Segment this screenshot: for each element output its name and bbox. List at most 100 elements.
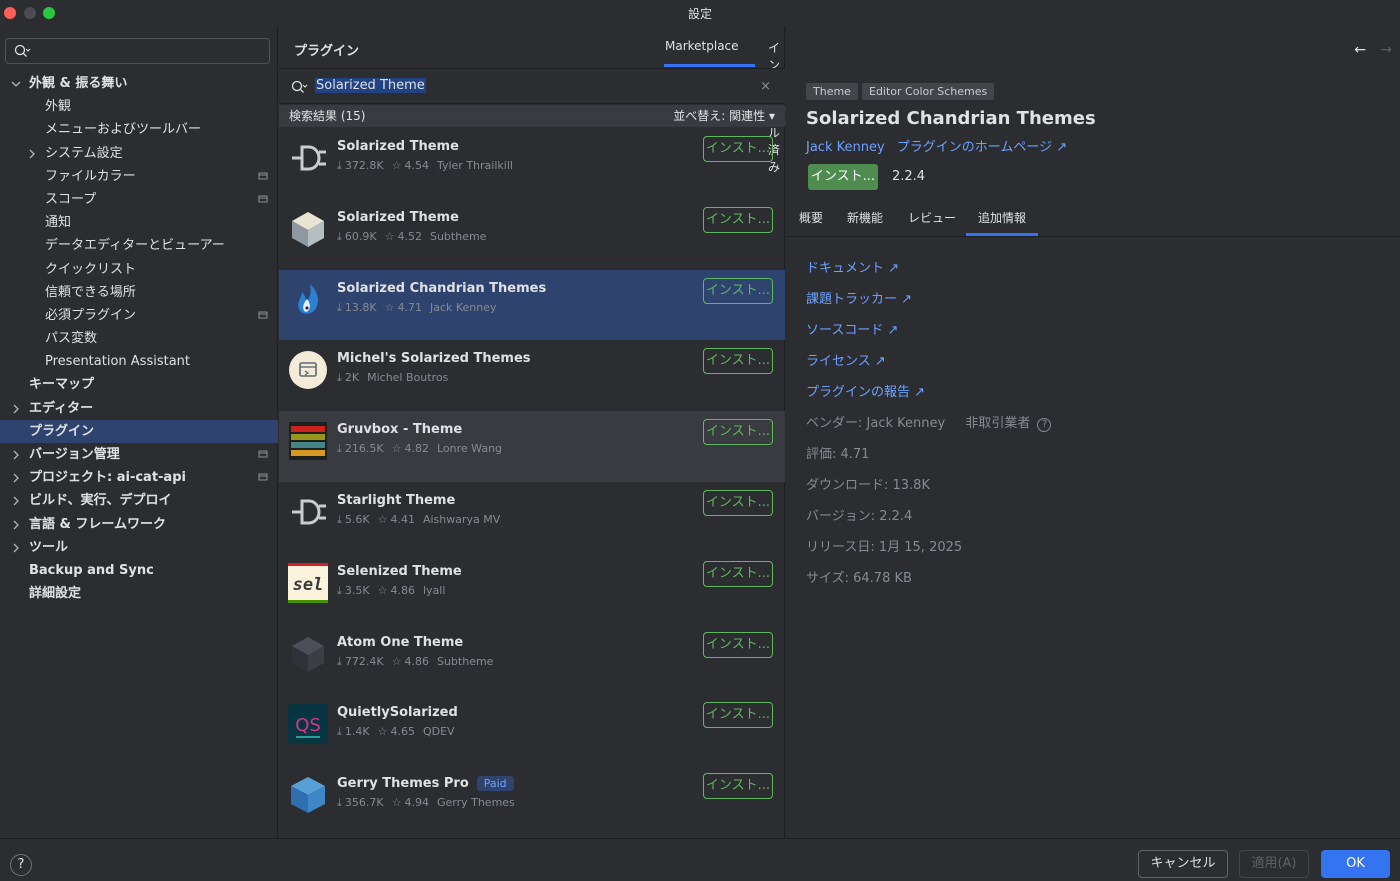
source-code-link[interactable]: ソースコード ↗ bbox=[806, 319, 898, 338]
search-icon bbox=[291, 80, 308, 93]
download-icon: ⤓ bbox=[337, 654, 342, 668]
tag-badge: Editor Color Schemes bbox=[862, 83, 995, 100]
install-button[interactable]: インスト... bbox=[703, 560, 773, 587]
plugin-name-text: Starlight Theme bbox=[337, 492, 456, 508]
plugin-row[interactable]: Atom One Theme ⤓ 772.4K ☆ 4.86 Subtheme インスト..… bbox=[279, 624, 785, 695]
settings-sidebar: 外観 & 振る舞い外観メニューおよびツールバーシステム設定 ファイルカラー スコープ… bbox=[0, 26, 278, 838]
cancel-button[interactable]: キャンセル bbox=[1138, 850, 1228, 878]
install-button[interactable]: インスト... bbox=[703, 631, 773, 658]
back-arrow-icon[interactable]: ← bbox=[1354, 42, 1366, 58]
chevron-right-icon[interactable] bbox=[10, 519, 22, 531]
install-button[interactable]: インスト... bbox=[703, 277, 773, 304]
sidebar-item-label: 通知 bbox=[45, 215, 72, 231]
chevron-right-icon[interactable] bbox=[10, 472, 22, 484]
plugin-row[interactable]: QS QuietlySolarized ⤓ 1.4K ☆ 4.65 QDEV インスト... bbox=[279, 694, 785, 765]
apply-button[interactable]: 適用(A) bbox=[1239, 850, 1309, 878]
install-button[interactable]: インスト... bbox=[703, 773, 773, 800]
plugin-row[interactable]: Solarized Theme ⤓ 372.8K ☆ 4.54 Tyler Thrailk… bbox=[279, 128, 785, 199]
chevron-right-icon[interactable] bbox=[10, 449, 22, 461]
sidebar-item[interactable]: Backup and Sync bbox=[0, 559, 278, 582]
sidebar-item[interactable]: バージョン管理 bbox=[0, 443, 278, 466]
tab-marketplace[interactable]: Marketplace bbox=[665, 39, 739, 53]
star-icon: ☆ bbox=[391, 796, 402, 810]
vendor-name: Tyler Thrailkill bbox=[436, 159, 513, 172]
sort-dropdown[interactable]: 並べ替え: 関連性 ▾ bbox=[673, 105, 775, 127]
sidebar-item[interactable]: クイックリスト bbox=[0, 258, 278, 281]
install-button[interactable]: インスト... bbox=[703, 348, 773, 375]
sidebar-item[interactable]: 外観 & 振る舞い bbox=[0, 72, 278, 95]
sidebar-item[interactable]: Presentation Assistant bbox=[0, 350, 278, 373]
plugin-row[interactable]: Starlight Theme ⤓ 5.6K ☆ 4.41 Aishwarya MV インス… bbox=[279, 482, 785, 553]
plugin-row[interactable]: Gruvbox - Theme ⤓ 216.5K ☆ 4.82 Lonre Wang インス… bbox=[279, 411, 785, 482]
tab-whats-new[interactable]: 新機能 bbox=[847, 209, 883, 226]
chevron-right-icon[interactable] bbox=[10, 542, 22, 554]
project-scope-icon bbox=[258, 450, 268, 458]
plugin-row[interactable]: Michel's Solarized Themes ⤓ 2K Michel Boutr… bbox=[279, 340, 785, 411]
plugin-search-value[interactable]: Solarized Theme bbox=[315, 78, 426, 93]
forward-arrow-icon[interactable]: → bbox=[1380, 42, 1392, 58]
chevron-right-icon[interactable] bbox=[10, 495, 22, 507]
chevron-right-icon[interactable] bbox=[10, 403, 22, 415]
sidebar-item[interactable]: 通知 bbox=[0, 211, 278, 234]
sidebar-item-label: メニューおよびツールバー bbox=[45, 122, 202, 138]
sidebar-item[interactable]: メニューおよびツールバー bbox=[0, 118, 278, 141]
help-icon[interactable]: ? bbox=[1037, 418, 1052, 432]
sidebar-item[interactable]: ビルド、実行、デプロイ bbox=[0, 489, 278, 512]
issue-tracker-link[interactable]: 課題トラッカー ↗ bbox=[806, 288, 912, 307]
sidebar-item[interactable]: エディター bbox=[0, 397, 278, 420]
homepage-link[interactable]: プラグインのホームページ ↗ bbox=[897, 140, 1067, 155]
sidebar-item[interactable]: ファイルカラー bbox=[0, 165, 278, 188]
sidebar-item[interactable]: システム設定 bbox=[0, 142, 278, 165]
size-info: サイズ: 64.78 KB bbox=[806, 571, 912, 586]
install-button[interactable]: インスト... bbox=[703, 702, 773, 729]
settings-search-input[interactable] bbox=[5, 38, 270, 64]
help-button[interactable]: ? bbox=[10, 854, 32, 876]
sidebar-item[interactable]: キーマップ bbox=[0, 373, 278, 396]
vendor-name: Gerry Themes bbox=[436, 796, 515, 810]
vendor-link[interactable]: Jack Kenney bbox=[806, 140, 885, 155]
sidebar-item[interactable]: 外観 bbox=[0, 95, 278, 118]
sidebar-item-label: クイックリスト bbox=[45, 261, 137, 277]
sidebar-item-label: 外観 & 振る舞い bbox=[29, 76, 128, 91]
sidebar-item-label: ビルド、実行、デプロイ bbox=[29, 493, 172, 509]
sidebar-item-label: データエディターとビューアー bbox=[45, 238, 225, 254]
tab-additional-info[interactable]: 追加情報 bbox=[978, 209, 1026, 226]
plugin-row[interactable]: Gerry Themes Pro Paid ⤓ 356.7K ☆ 4.94 Gerry Th… bbox=[279, 765, 785, 836]
sidebar-item[interactable]: プラグイン bbox=[0, 419, 278, 443]
license-link[interactable]: ライセンス ↗ bbox=[806, 350, 886, 369]
plugin-meta: ⤓ 216.5K ☆ 4.82 Lonre Wang bbox=[337, 442, 510, 456]
chevron-down-icon[interactable] bbox=[10, 78, 22, 90]
rating: ☆ 4.65 bbox=[378, 725, 415, 738]
plugin-name: Gruvbox - Theme bbox=[337, 422, 462, 437]
sidebar-item[interactable]: 信頼できる場所 bbox=[0, 281, 278, 304]
sidebar-item[interactable]: パス変数 bbox=[0, 327, 278, 350]
download-value: 372.8K bbox=[344, 159, 384, 172]
install-button[interactable]: インスト... bbox=[703, 206, 773, 233]
sidebar-item[interactable]: データエディターとビューアー bbox=[0, 234, 278, 257]
plugin-meta: ⤓ 3.5K ☆ 4.86 lyall bbox=[337, 584, 453, 598]
report-plugin-link[interactable]: プラグインの報告 ↗ bbox=[806, 381, 925, 400]
chevron-right-icon[interactable] bbox=[26, 148, 38, 160]
settings-tree: 外観 & 振る舞い外観メニューおよびツールバーシステム設定 ファイルカラー スコープ… bbox=[0, 72, 278, 605]
sidebar-item[interactable]: 必須プラグイン bbox=[0, 304, 278, 327]
plugin-row[interactable]: Solarized Chandrian Themes ⤓ 13.8K ☆ 4.71 Jac… bbox=[279, 269, 785, 341]
install-button[interactable]: インスト... bbox=[703, 489, 773, 516]
sidebar-item[interactable]: スコープ bbox=[0, 188, 278, 211]
ok-button[interactable]: OK bbox=[1321, 850, 1390, 878]
plugin-search-field[interactable]: Solarized Theme × bbox=[279, 68, 785, 104]
sidebar-item[interactable]: 詳細設定 bbox=[0, 582, 278, 605]
star-icon: ☆ bbox=[384, 229, 395, 243]
plugin-row[interactable]: sel Selenized Theme ⤓ 3.5K ☆ 4.86 lyall インスト... bbox=[279, 553, 785, 624]
plugin-row[interactable]: Solarized Theme ⤓ 60.9K ☆ 4.52 Subtheme インスト..… bbox=[279, 199, 785, 270]
sidebar-item[interactable]: プロジェクト: ai-cat-api bbox=[0, 466, 278, 489]
tab-overview[interactable]: 概要 bbox=[799, 209, 823, 226]
tab-reviews[interactable]: レビュー bbox=[908, 209, 956, 226]
install-button[interactable]: インスト... bbox=[808, 164, 878, 190]
sidebar-item[interactable]: ツール bbox=[0, 536, 278, 559]
install-button[interactable]: インスト... bbox=[703, 136, 773, 162]
install-button[interactable]: インスト... bbox=[703, 419, 773, 446]
download-icon: ⤓ bbox=[337, 371, 342, 385]
documentation-link[interactable]: ドキュメント ↗ bbox=[806, 257, 899, 276]
sidebar-item[interactable]: 言語 & フレームワーク bbox=[0, 513, 278, 536]
clear-search-icon[interactable]: × bbox=[760, 79, 771, 94]
